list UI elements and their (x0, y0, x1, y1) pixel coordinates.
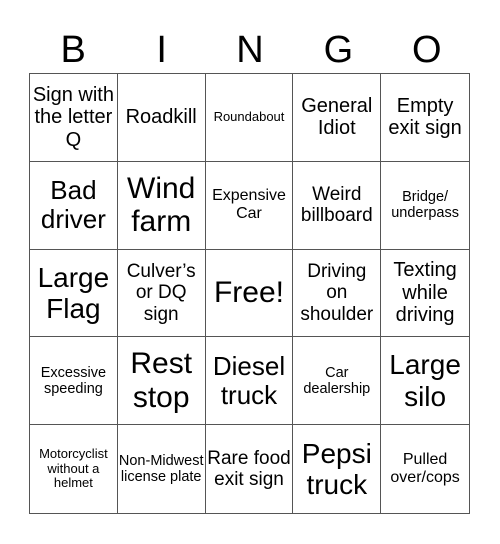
bingo-cell[interactable]: Expensive Car (205, 161, 294, 250)
bingo-cell[interactable]: Driving on shoulder (293, 249, 382, 338)
bingo-cell[interactable]: Motorcyclist without a helmet (30, 425, 118, 513)
bingo-cell[interactable]: Bad driver (30, 161, 118, 250)
bingo-cell[interactable]: Rest stop (117, 337, 206, 426)
bingo-cell[interactable]: Non-Midwest license plate (118, 425, 206, 513)
bingo-cell[interactable]: Roundabout (205, 74, 294, 162)
bingo-cell[interactable]: Weird billboard (293, 161, 382, 250)
bingo-cell[interactable]: Excessive speeding (30, 337, 118, 426)
bingo-cell[interactable]: Diesel truck (205, 337, 294, 426)
bingo-cell[interactable]: Large silo (381, 337, 469, 426)
header-letter-n: N (236, 29, 264, 71)
bingo-cell[interactable]: Rare food exit sign (206, 425, 294, 513)
header-letter-g: G (323, 29, 354, 71)
bingo-cell[interactable]: Culver’s or DQ sign (117, 249, 206, 338)
header-letter-o: O (412, 29, 442, 71)
bingo-cell[interactable]: Wind farm (117, 161, 206, 250)
bingo-cell[interactable]: Large Flag (30, 249, 118, 338)
bingo-cell[interactable]: Pepsi truck (293, 425, 382, 513)
bingo-cell[interactable]: Texting while driving (381, 250, 469, 338)
bingo-header: B I N G O (29, 28, 471, 72)
bingo-grid: Sign with the letter Q Roadkill Roundabo… (29, 73, 470, 514)
bingo-cell[interactable]: Empty exit sign (381, 74, 469, 162)
bingo-cell[interactable]: Car dealership (293, 337, 382, 426)
header-letter-b: B (60, 29, 86, 71)
bingo-cell[interactable]: Pulled over/cops (381, 425, 469, 513)
bingo-cell[interactable]: Sign with the letter Q (30, 74, 118, 162)
bingo-cell[interactable]: Roadkill (117, 74, 206, 162)
bingo-cell[interactable]: Bridge/ underpass (381, 162, 469, 250)
bingo-cell[interactable]: General Idiot (293, 74, 382, 162)
header-letter-i: I (156, 29, 167, 71)
free-space-cell[interactable]: Free! (205, 249, 294, 338)
